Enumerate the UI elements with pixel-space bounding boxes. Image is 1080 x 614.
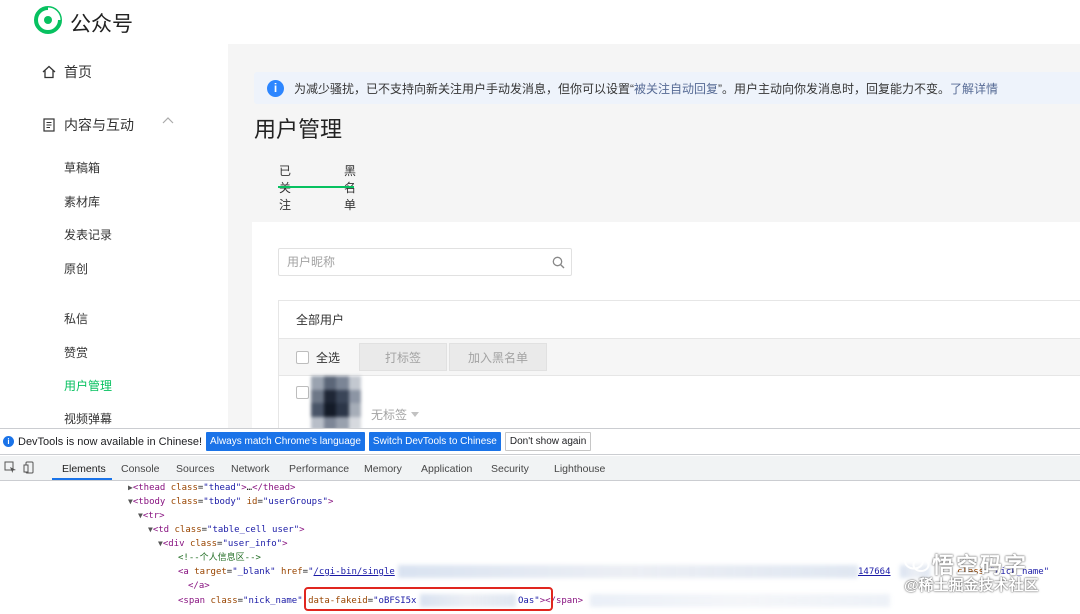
sidebar-item-materials[interactable]: 素材库	[64, 193, 100, 210]
dom-anchor-tail: 147664	[858, 567, 891, 577]
caret-down-icon	[411, 412, 420, 417]
redacted-region	[398, 565, 858, 578]
active-tab-underline	[278, 186, 354, 188]
watermark: 悟空码字 @稀土掘金技术社区	[900, 548, 1075, 608]
search-input[interactable]	[279, 249, 529, 275]
sidebar-item-drafts[interactable]: 草稿箱	[64, 159, 100, 176]
user-tag-label: 无标签	[371, 408, 408, 422]
dom-node-tr[interactable]: ▼<tr>	[138, 509, 165, 523]
sidebar-item-publish-records[interactable]: 发表记录	[64, 226, 112, 243]
user-list-panel: 全部用户 全选 打标签 加入黑名单 无标签	[252, 222, 1080, 428]
notice-text: 为减少骚扰，已不支持向新关注用户手动发消息，但你可以设置“被关注自动回复”。用户…	[294, 81, 999, 96]
banner-text: DevTools is now available in Chinese!	[18, 435, 203, 448]
switch-chinese-button[interactable]: Switch DevTools to Chinese	[368, 432, 501, 451]
devtools-tabbar: Elements Console Sources Network Perform…	[0, 456, 1080, 481]
sidebar: 首页 内容与互动 草稿箱 素材库 发表记录 原创 私信 赞赏 用户管理 视频弹幕	[0, 44, 228, 428]
devtools-tab-security[interactable]: Security	[491, 463, 529, 475]
main-content: i 为减少骚扰，已不支持向新关注用户手动发消息，但你可以设置“被关注自动回复”。…	[228, 44, 1080, 428]
device-toolbar-icon[interactable]	[23, 461, 36, 474]
devtools-active-tab-indicator	[52, 478, 112, 480]
devtools-tab-console[interactable]: Console	[121, 463, 160, 475]
sidebar-group-content[interactable]: 内容与互动	[42, 115, 134, 135]
page-title: 用户管理	[254, 117, 343, 142]
select-all-checkbox[interactable]	[296, 350, 309, 364]
dom-node-tbody[interactable]: ▼<tbody class="tbody" id="userGroups">	[128, 495, 333, 509]
dom-node-thead[interactable]: ▶<thead class="thead">…</thead>	[128, 481, 295, 495]
chevron-up-icon[interactable]	[162, 116, 174, 124]
redacted-region	[590, 594, 890, 607]
search-box	[278, 248, 572, 276]
devtools-tab-elements[interactable]: Elements	[62, 463, 106, 475]
brand-title: 公众号	[70, 13, 133, 36]
inspect-element-icon[interactable]	[4, 461, 17, 474]
info-icon: i	[3, 436, 14, 447]
sidebar-item-video-danmaku[interactable]: 视频弹幕	[64, 410, 112, 427]
tag-button[interactable]: 打标签	[359, 343, 447, 371]
bulk-actions-row: 全选 打标签 加入黑名单	[278, 338, 1080, 376]
devtools-language-banner: i DevTools is now available in Chinese! …	[0, 429, 1080, 455]
dom-comment[interactable]: <!--个人信息区-->	[178, 551, 261, 565]
dom-node-anchor[interactable]: <a target="_blank" href="/cgi-bin/single	[178, 565, 395, 579]
devtools-tab-performance[interactable]: Performance	[289, 463, 349, 475]
devtools-tab-memory[interactable]: Memory	[364, 463, 402, 475]
dom-node-td[interactable]: ▼<td class="table_cell user">	[148, 523, 305, 537]
devtools-tab-lighthouse[interactable]: Lighthouse	[554, 463, 605, 475]
group-header: 全部用户	[278, 300, 1080, 338]
devtools-tab-network[interactable]: Network	[231, 463, 270, 475]
table-row: 无标签	[278, 376, 1080, 428]
user-tag-dropdown[interactable]: 无标签	[371, 406, 420, 423]
learn-more-link[interactable]: 了解详情	[950, 82, 998, 96]
info-icon: i	[267, 79, 284, 97]
home-icon	[42, 65, 56, 79]
select-all-label[interactable]: 全选	[316, 349, 340, 366]
watermark-subtitle: @稀土掘金技术社区	[904, 577, 1039, 594]
document-icon	[43, 118, 55, 132]
sidebar-item-messages[interactable]: 私信	[64, 310, 88, 327]
wechat-mp-logo-icon[interactable]	[34, 6, 62, 34]
devtools-tab-sources[interactable]: Sources	[176, 463, 215, 475]
sidebar-item-user-management[interactable]: 用户管理	[64, 377, 112, 394]
sidebar-item-home[interactable]: 首页	[42, 62, 92, 82]
devtools-tab-application[interactable]: Application	[421, 463, 472, 475]
wechat-logo-icon	[904, 552, 930, 572]
dom-node-anchor-close[interactable]: </a>	[188, 579, 210, 593]
auto-reply-link[interactable]: 被关注自动回复	[634, 82, 718, 96]
group-title: 全部用户	[296, 313, 345, 327]
dom-node-user-info[interactable]: ▼<div class="user_info">	[158, 537, 288, 551]
sidebar-item-original[interactable]: 原创	[64, 260, 88, 277]
mp-admin-app: 公众号 首页 内容与互动 草稿箱 素材库 发表记录 原创 私信 赞赏 用户管理 …	[0, 0, 1080, 428]
search-icon[interactable]	[552, 256, 565, 269]
row-checkbox[interactable]	[296, 386, 309, 399]
match-language-button[interactable]: Always match Chrome's language	[206, 432, 365, 451]
sidebar-item-label: 首页	[64, 64, 92, 80]
fakeid-highlight-box	[304, 587, 553, 611]
notice-bar: i 为减少骚扰，已不支持向新关注用户手动发消息，但你可以设置“被关注自动回复”。…	[254, 72, 1080, 104]
avatar[interactable]	[311, 376, 361, 428]
top-bar: 公众号	[0, 0, 1080, 44]
sidebar-group-label: 内容与互动	[64, 117, 134, 133]
add-blacklist-button[interactable]: 加入黑名单	[449, 343, 547, 371]
sidebar-item-rewards[interactable]: 赞赏	[64, 344, 88, 361]
dont-show-again-button[interactable]: Don't show again	[504, 432, 592, 451]
